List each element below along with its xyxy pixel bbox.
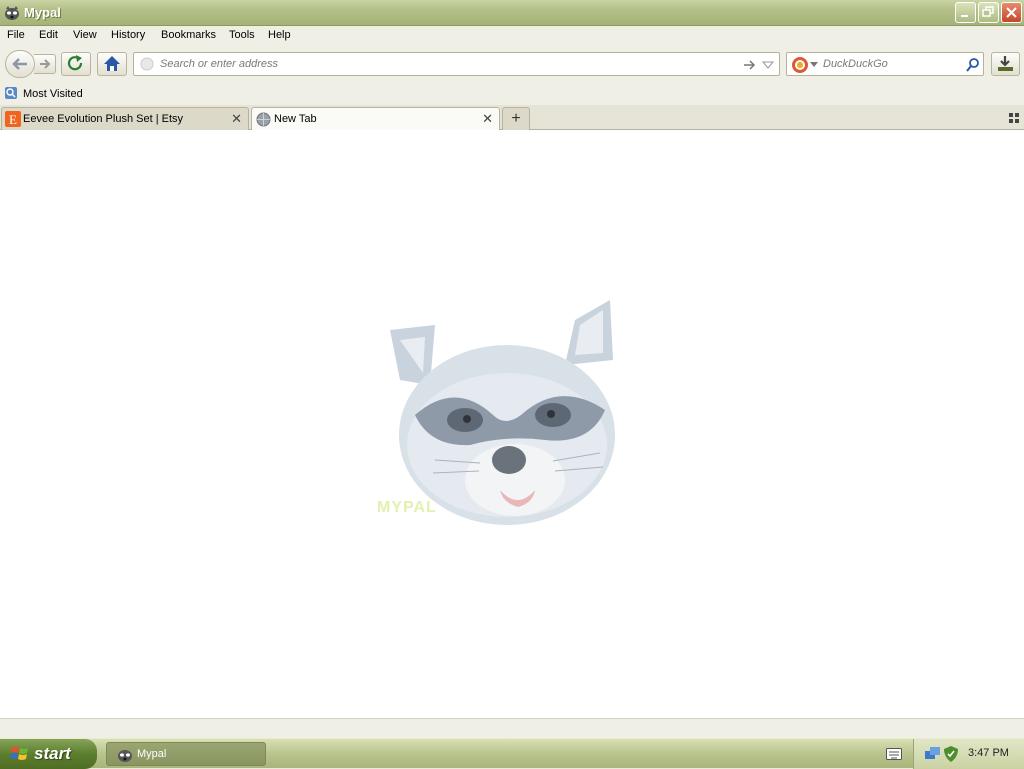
tab-title: New Tab <box>274 113 317 125</box>
system-tray: 3:47 PM <box>913 739 1024 769</box>
home-button[interactable] <box>97 52 127 76</box>
search-bar[interactable]: DuckDuckGo <box>786 52 984 76</box>
forward-arrow-icon <box>40 59 51 69</box>
new-tab-button[interactable]: + <box>502 107 530 130</box>
tab-strip: E Eevee Evolution Plush Set | Etsy ✕ New… <box>0 105 1024 131</box>
menu-history[interactable]: History <box>111 29 145 41</box>
bookmarks-toolbar: Most Visited <box>0 82 1024 105</box>
page-content: MYPAL <box>0 130 1024 718</box>
mypal-wordmark: MYPAL <box>377 499 437 516</box>
bookmark-label: Most Visited <box>23 88 83 100</box>
minimize-button[interactable] <box>955 2 976 23</box>
etsy-icon: E <box>5 111 21 127</box>
menu-bar: File Edit View History Bookmarks Tools H… <box>0 26 1024 46</box>
clock: 3:47 PM <box>968 747 1009 759</box>
title-bar: Mypal <box>0 0 1024 26</box>
raccoon-icon <box>118 750 132 762</box>
network-icon[interactable] <box>924 745 942 763</box>
bookmark-most-visited[interactable]: Most Visited <box>2 84 92 103</box>
minimize-icon <box>961 15 968 17</box>
globe-icon <box>256 112 271 127</box>
taskbar-item-label: Mypal <box>137 748 167 760</box>
menu-bookmarks[interactable]: Bookmarks <box>161 29 216 41</box>
window-title: Mypal <box>24 5 61 20</box>
download-icon <box>998 56 1013 71</box>
engine-dropdown-icon[interactable] <box>810 62 818 68</box>
menu-edit[interactable]: Edit <box>39 29 58 41</box>
security-icon[interactable] <box>942 745 960 763</box>
start-button[interactable]: start <box>0 739 97 769</box>
search-icon[interactable] <box>965 57 981 73</box>
menu-help[interactable]: Help <box>268 29 291 41</box>
taskbar-item-mypal[interactable]: Mypal <box>106 742 266 766</box>
keyboard-icon[interactable] <box>886 748 902 760</box>
reload-button[interactable] <box>61 52 91 76</box>
windows-logo-icon <box>10 747 28 760</box>
taskbar: start Mypal 3:47 PM <box>0 738 1024 769</box>
duckduckgo-icon[interactable] <box>791 56 809 74</box>
go-arrow-icon[interactable] <box>742 58 756 72</box>
reload-icon <box>67 55 83 71</box>
restore-button[interactable] <box>978 2 999 23</box>
tab-title: Eevee Evolution Plush Set | Etsy <box>23 113 183 125</box>
close-button[interactable] <box>1001 2 1022 23</box>
plus-icon: + <box>511 110 521 127</box>
folder-search-icon <box>5 87 17 99</box>
close-icon <box>1006 7 1017 18</box>
downloads-button[interactable] <box>991 52 1020 76</box>
menu-tools[interactable]: Tools <box>229 29 255 41</box>
address-bar[interactable]: Search or enter address <box>133 52 780 76</box>
menu-file[interactable]: File <box>7 29 25 41</box>
forward-button[interactable] <box>34 54 56 74</box>
tab-close-icon[interactable]: ✕ <box>482 111 493 127</box>
navigation-toolbar: Search or enter address DuckDuckGo <box>0 46 1024 82</box>
raccoon-icon <box>5 6 19 20</box>
raccoon-logo <box>390 300 615 525</box>
tab-close-icon[interactable]: ✕ <box>231 111 242 127</box>
tab-new-tab[interactable]: New Tab ✕ <box>251 107 500 131</box>
tab-groups-icon[interactable] <box>1009 113 1019 123</box>
history-dropdown-icon[interactable] <box>762 60 774 70</box>
back-arrow-icon <box>12 58 27 70</box>
start-label: start <box>34 744 71 763</box>
search-placeholder: DuckDuckGo <box>823 58 888 70</box>
back-button[interactable] <box>5 50 35 78</box>
status-bar <box>0 718 1024 738</box>
home-icon <box>104 56 120 71</box>
svg-text:E: E <box>9 112 17 127</box>
address-placeholder: Search or enter address <box>160 58 279 70</box>
menu-view[interactable]: View <box>73 29 97 41</box>
tab-etsy[interactable]: E Eevee Evolution Plush Set | Etsy ✕ <box>1 107 249 130</box>
page-icon <box>140 57 154 71</box>
restore-icon <box>982 6 994 17</box>
